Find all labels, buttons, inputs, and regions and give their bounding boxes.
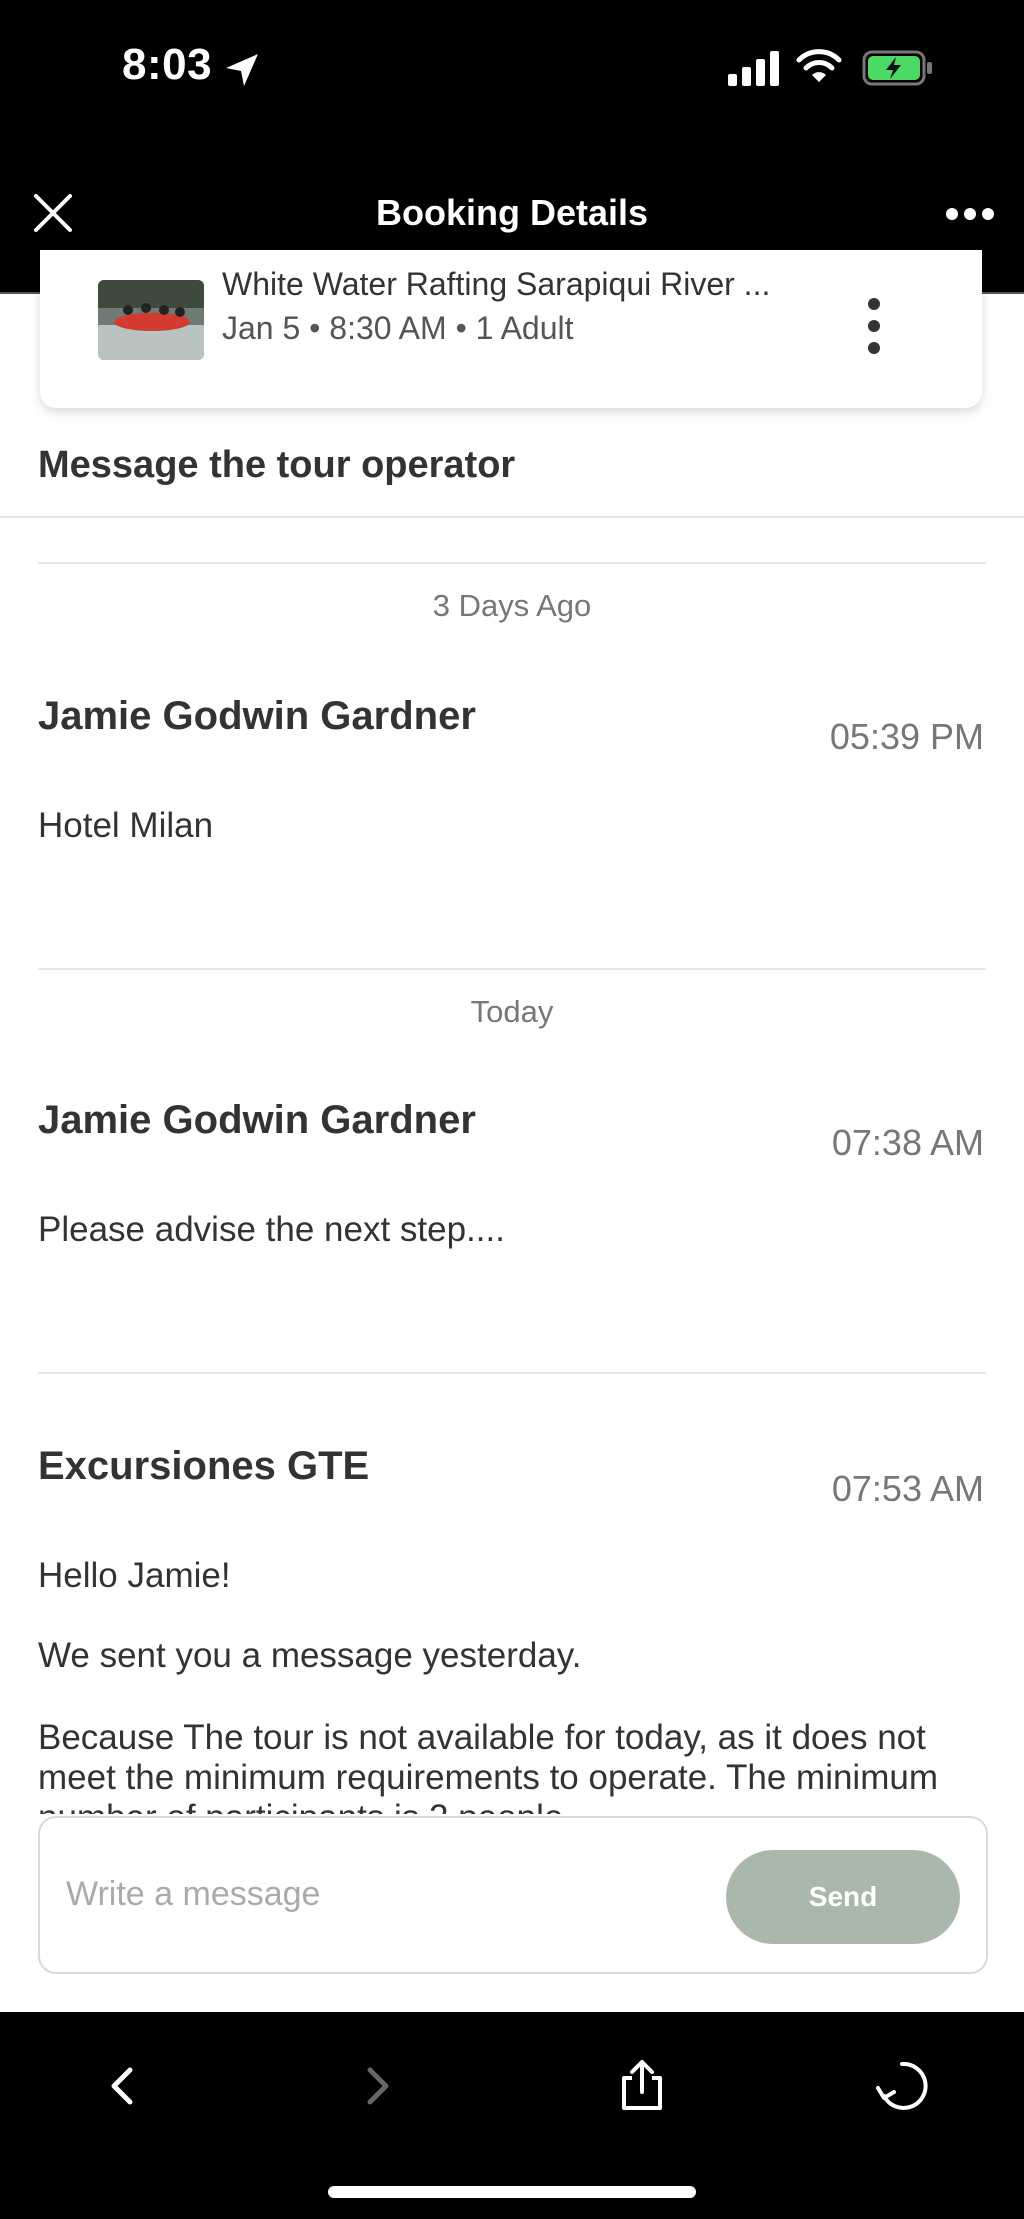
booking-details: Jan 5 • 8:30 AM • 1 Adult bbox=[222, 310, 574, 346]
message-time: 05:39 PM bbox=[829, 716, 984, 757]
chat-heading: Message the tour operator bbox=[38, 444, 516, 486]
share-icon[interactable] bbox=[614, 2058, 670, 2114]
home-indicator bbox=[328, 2186, 696, 2198]
message-text: Please advise the next step.... bbox=[38, 1210, 505, 1249]
booking-card[interactable]: White Water Rafting Sarapiqui River ... … bbox=[40, 250, 982, 408]
page-title: Booking Details bbox=[375, 192, 649, 233]
day-label: Today bbox=[470, 994, 554, 1029]
page-bottom bbox=[0, 1980, 1024, 2010]
message-sender: Jamie Godwin Gardner bbox=[38, 1098, 476, 1142]
message-sender: Excursiones GTE bbox=[38, 1444, 370, 1488]
signal-icon bbox=[728, 51, 779, 86]
battery-icon bbox=[862, 50, 932, 86]
status-time: 8:03 bbox=[122, 40, 213, 89]
message-composer: Send bbox=[38, 1816, 988, 1974]
send-button[interactable]: Send bbox=[726, 1850, 960, 1944]
message-text: We sent you a message yesterday. bbox=[38, 1636, 582, 1675]
message-sender: Jamie Godwin Gardner bbox=[38, 694, 476, 738]
kebab-icon[interactable] bbox=[864, 296, 884, 356]
more-icon[interactable] bbox=[944, 202, 996, 226]
message-text: Hello Jamie! bbox=[38, 1556, 231, 1595]
booking-title: White Water Rafting Sarapiqui River ... bbox=[222, 266, 771, 302]
message-input[interactable] bbox=[64, 1868, 708, 1920]
message-divider bbox=[38, 1372, 986, 1374]
day-divider bbox=[38, 562, 986, 564]
day-divider bbox=[38, 968, 986, 970]
location-arrow-icon bbox=[226, 54, 258, 86]
tour-thumbnail bbox=[98, 280, 204, 360]
forward-icon[interactable] bbox=[350, 2058, 406, 2114]
message-text: Because The tour is not available for to… bbox=[38, 1718, 938, 1814]
message-time: 07:53 AM bbox=[831, 1468, 984, 1509]
message-text: Hotel Milan bbox=[38, 806, 214, 845]
section-divider bbox=[0, 516, 1024, 518]
wifi-icon bbox=[796, 49, 842, 82]
day-label: 3 Days Ago bbox=[432, 588, 592, 623]
status-bar: 8:03 bbox=[0, 0, 1024, 140]
back-icon[interactable] bbox=[94, 2058, 150, 2114]
refresh-icon[interactable] bbox=[874, 2058, 930, 2114]
message-time: 07:38 AM bbox=[831, 1122, 984, 1163]
